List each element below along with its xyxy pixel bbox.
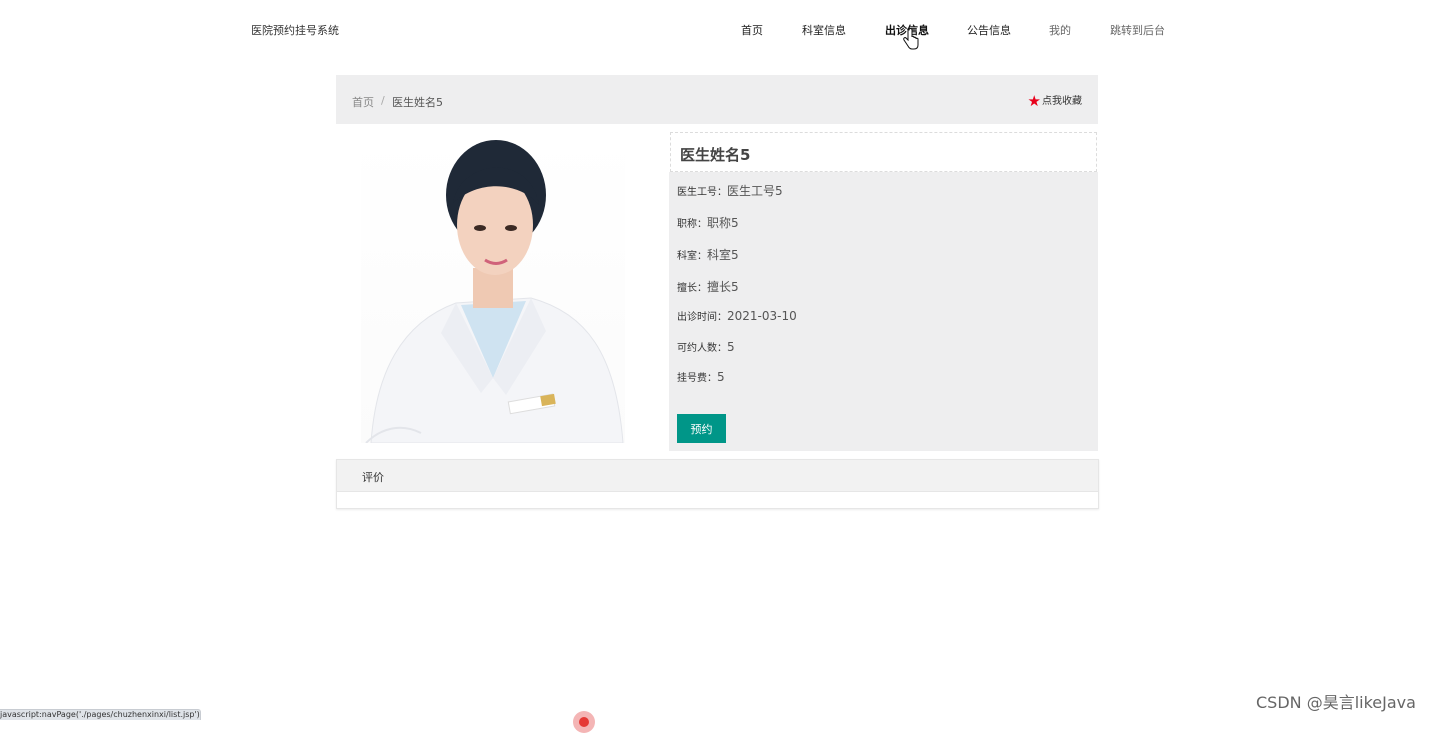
field-available-slots: 可约人数：5: [677, 339, 735, 354]
breadcrumb-current: 医生姓名5: [392, 96, 443, 109]
favorite-label: 点我收藏: [1042, 96, 1082, 107]
field-label: 医生工号：: [677, 187, 727, 198]
main-nav: 首页 科室信息 出诊信息 公告信息 我的 跳转到后台: [0, 22, 1451, 38]
field-label: 可约人数：: [677, 343, 727, 354]
field-department: 科室：科室5: [677, 246, 739, 263]
book-appointment-button[interactable]: 预约: [677, 414, 726, 443]
doctor-name-box: 医生姓名5: [670, 132, 1097, 172]
field-doctor-id: 医生工号：医生工号5: [677, 182, 783, 199]
top-navbar: 医院预约挂号系统 首页 科室信息 出诊信息 公告信息 我的 跳转到后台: [0, 0, 1451, 58]
field-specialty: 擅长：擅长5: [677, 278, 739, 295]
field-value: 擅长5: [707, 280, 739, 294]
field-value: 5: [717, 370, 725, 384]
nav-my-account[interactable]: 我的: [1049, 22, 1071, 38]
field-value: 5: [727, 340, 735, 354]
breadcrumb: 首页 / 医生姓名5 ★点我收藏: [336, 75, 1098, 124]
nav-go-to-admin[interactable]: 跳转到后台: [1110, 22, 1165, 38]
nav-departments[interactable]: 科室信息: [802, 22, 846, 38]
doctor-name: 医生姓名5: [680, 146, 751, 164]
field-value: 职称5: [707, 216, 739, 230]
browser-status-url: javascript:navPage('./pages/chuzhenxinxi…: [0, 709, 201, 720]
field-value: 医生工号5: [727, 184, 783, 198]
hand-cursor-icon: [903, 28, 919, 50]
breadcrumb-home[interactable]: 首页: [352, 94, 374, 110]
comments-card: 评价: [336, 459, 1099, 509]
favorite-button[interactable]: ★点我收藏: [1028, 92, 1082, 110]
field-label: 擅长：: [677, 283, 707, 294]
field-label: 挂号费：: [677, 373, 717, 384]
field-registration-fee: 挂号费：5: [677, 369, 725, 384]
doctor-info-panel: 医生工号：医生工号5 职称：职称5 科室：科室5 擅长：擅长5 出诊时间：202…: [669, 172, 1098, 451]
doctor-photo: [361, 133, 625, 443]
field-value: 2021-03-10: [727, 309, 797, 323]
field-label: 科室：: [677, 251, 707, 262]
field-label: 职称：: [677, 219, 707, 230]
nav-home[interactable]: 首页: [741, 22, 763, 38]
nav-announcements[interactable]: 公告信息: [967, 22, 1011, 38]
field-label: 出诊时间：: [677, 312, 727, 323]
comments-title: 评价: [362, 471, 384, 484]
doctor-portrait-icon: [365, 140, 624, 443]
record-indicator-icon: [573, 711, 595, 733]
breadcrumb-separator: /: [381, 94, 385, 107]
star-icon: ★: [1027, 92, 1041, 110]
field-clinic-date: 出诊时间：2021-03-10: [677, 308, 797, 323]
watermark: CSDN @昊言likeJava: [1256, 693, 1416, 712]
field-value: 科室5: [707, 248, 739, 262]
comments-header: 评价: [337, 460, 1098, 492]
field-title: 职称：职称5: [677, 214, 739, 231]
